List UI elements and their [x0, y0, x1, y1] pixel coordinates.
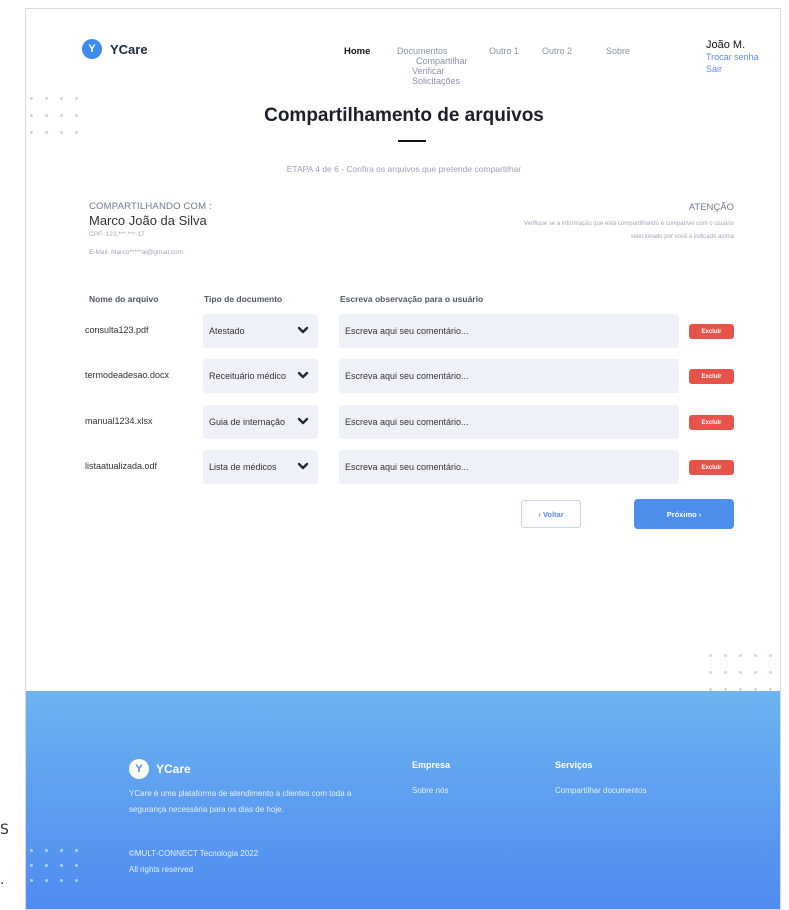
file-name: manual1234.xlsx — [85, 416, 153, 426]
document-type-value: Lista de médicos — [209, 462, 277, 472]
nav-verify[interactable]: Verificar — [397, 66, 477, 76]
logo-badge: Y — [82, 39, 102, 59]
file-name: listaatualizada.odf — [85, 461, 158, 471]
step-indicator: ETAPA 4 de 6 - Confira os arquivos que p… — [286, 164, 522, 174]
column-header-type: Tipo de documento — [204, 294, 283, 304]
stray-glyph: S — [0, 822, 9, 838]
delete-button[interactable]: Excluir — [689, 324, 734, 339]
page-title: Compartilhamento de arquivos — [264, 105, 544, 126]
table-row: termodeadesao.docx Receituário médico Ex… — [26, 359, 780, 393]
footer: Y YCare YCare é uma plataforma de atendi… — [26, 691, 780, 909]
table-row: consulta123.pdf Atestado Excluir — [26, 314, 780, 348]
logout-link[interactable]: Sair — [706, 63, 759, 75]
nav-other-2[interactable]: Outro 2 — [542, 46, 572, 56]
comment-input[interactable] — [339, 359, 679, 393]
table-row: manual1234.xlsx Guia de internação Exclu… — [26, 405, 780, 439]
user-name: João M. — [706, 39, 746, 51]
footer-rights: All rights reserved — [129, 865, 194, 874]
page-frame: Y YCare Home Documentos Compartilhar Ver… — [25, 8, 781, 910]
column-header-file: Nome do arquivo — [89, 294, 159, 304]
logo-text: YCare — [110, 41, 148, 57]
chevron-down-icon — [297, 371, 309, 379]
attention-title: ATENÇÃO — [688, 202, 734, 213]
user-menu: João M. Trocar senha Sair — [706, 39, 759, 75]
document-type-select[interactable]: Lista de médicos — [203, 450, 318, 484]
footer-description: YCare é uma plataforma de atendimento a … — [129, 789, 352, 814]
recipient-email: E-Mail: Marco*****al@gmail.com — [89, 249, 184, 256]
decorative-dots — [709, 654, 772, 691]
chevron-down-icon — [297, 462, 309, 470]
footer-about-link[interactable]: Sobre nós — [412, 786, 448, 795]
back-button[interactable]: ‹ Voltar — [521, 500, 581, 528]
change-password-link[interactable]: Trocar senha — [706, 51, 759, 63]
decorative-dots — [30, 849, 78, 882]
document-type-value: Guia de internação — [209, 417, 286, 427]
nav-documents[interactable]: Documentos Compartilhar Verificar Solici… — [397, 46, 477, 86]
document-type-value: Atestado — [209, 326, 245, 336]
footer-copyright: ©MULT-CONNECT Tecnologia 2022 — [129, 849, 259, 858]
chevron-down-icon — [297, 326, 309, 334]
footer-company-title: Empresa — [412, 760, 451, 770]
delete-button[interactable]: Excluir — [689, 415, 734, 430]
comment-input[interactable] — [339, 450, 679, 484]
sharing-with-label: COMPARTILHANDO COM : — [89, 201, 212, 212]
document-type-select[interactable]: Guia de internação — [203, 405, 318, 439]
footer-copyright-block: ©MULT-CONNECT Tecnologia 2022 All rights… — [129, 846, 258, 878]
nav-share[interactable]: Compartilhar — [397, 56, 477, 66]
attention-text: Verifique se a informação que está compa… — [523, 221, 734, 240]
nav-about[interactable]: Sobre — [606, 46, 630, 56]
next-button[interactable]: Próximo › — [634, 499, 734, 529]
comment-input[interactable] — [339, 314, 679, 348]
file-name: consulta123.pdf — [85, 325, 149, 335]
file-name: termodeadesao.docx — [85, 370, 170, 380]
document-type-select[interactable]: Atestado — [203, 314, 318, 348]
footer-share-documents-link[interactable]: Compartilhar documentos — [555, 786, 647, 795]
document-type-value: Receituário médico — [209, 371, 287, 381]
footer-logo[interactable]: Y YCare — [129, 759, 191, 779]
delete-button[interactable]: Excluir — [689, 369, 734, 384]
stray-glyph: . — [0, 872, 5, 888]
delete-button[interactable]: Excluir — [689, 460, 734, 475]
comment-input[interactable] — [339, 405, 679, 439]
footer-logo-text: YCare — [156, 762, 191, 776]
logo[interactable]: Y YCare — [82, 39, 148, 59]
column-header-note: Escreva observação para o usuário — [340, 294, 484, 304]
footer-services-title: Serviços — [555, 760, 593, 770]
recipient-name: Marco João da Silva — [89, 213, 207, 228]
nav-requests[interactable]: Solicitações — [397, 76, 477, 86]
recipient-cpf: CPF: 123.***.***-17 — [89, 231, 145, 238]
document-type-select[interactable]: Receituário médico — [203, 359, 318, 393]
nav-other-1[interactable]: Outro 1 — [489, 46, 519, 56]
nav-documents-label[interactable]: Documentos — [397, 46, 477, 56]
chevron-down-icon — [297, 417, 309, 425]
table-row: listaatualizada.odf Lista de médicos Exc… — [26, 450, 780, 484]
nav-home[interactable]: Home — [344, 46, 370, 57]
title-divider — [398, 140, 426, 142]
footer-logo-badge: Y — [129, 759, 149, 779]
